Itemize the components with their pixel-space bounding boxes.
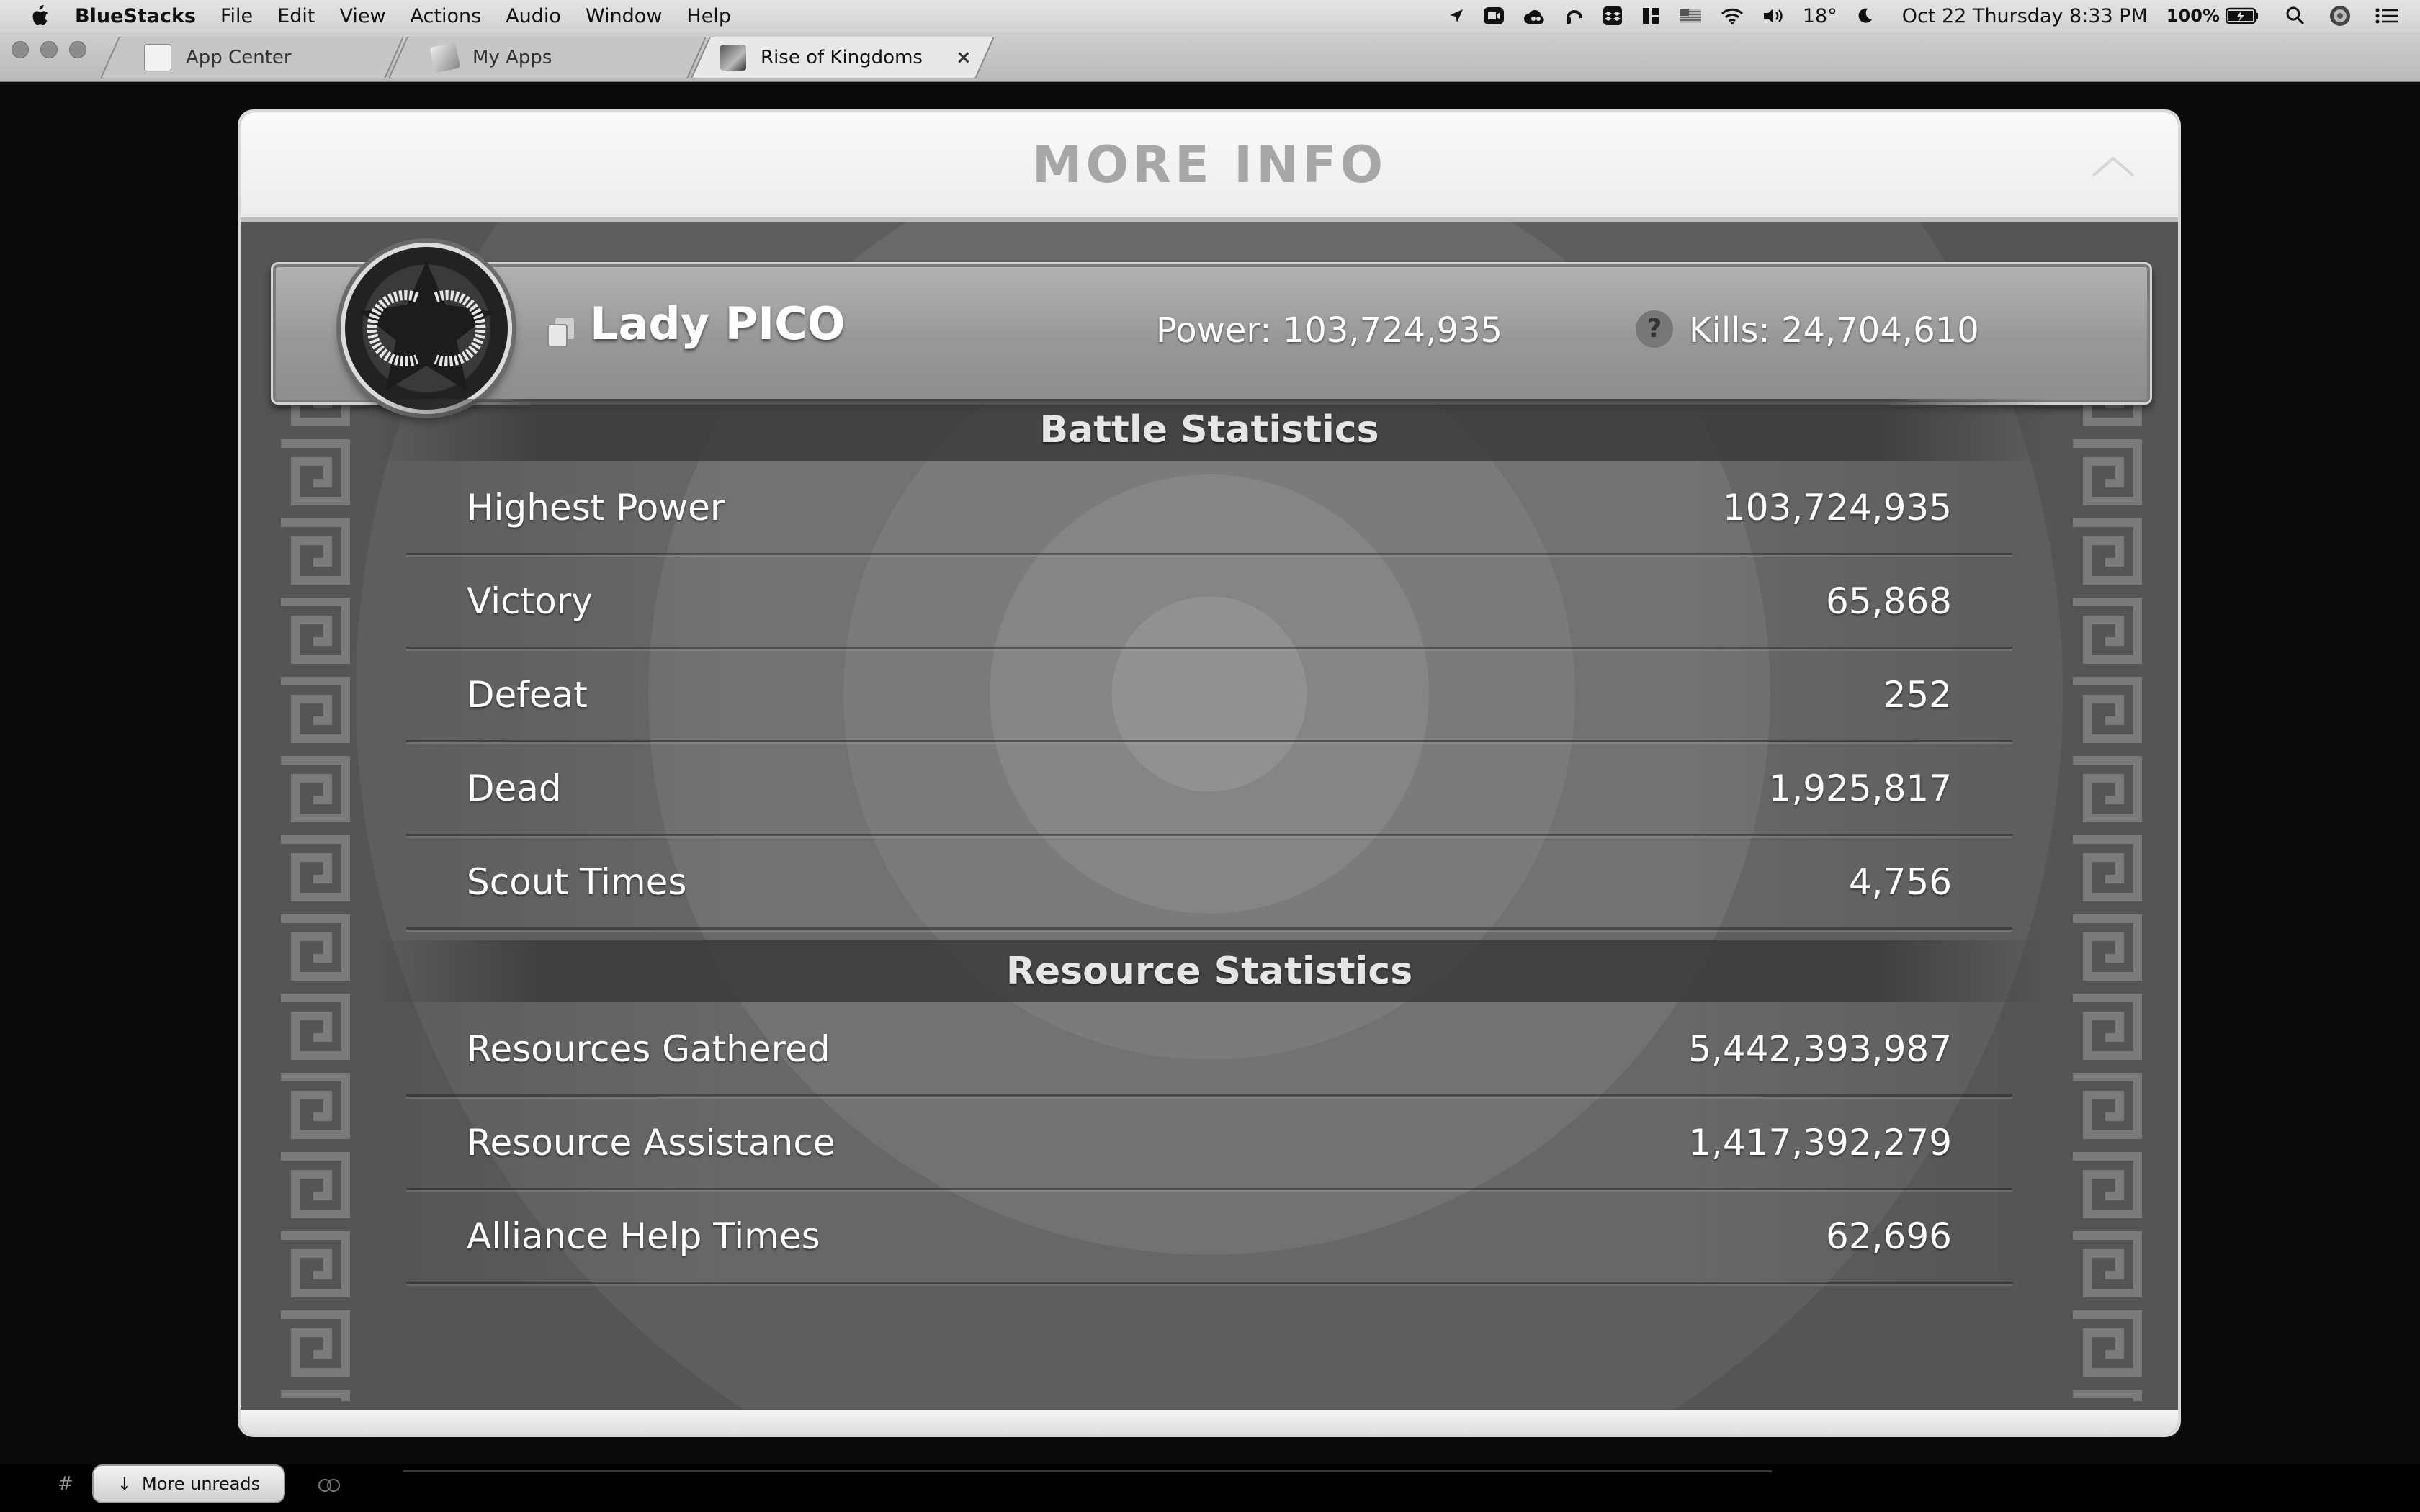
stat-value: 1,417,392,279	[1688, 1122, 1952, 1164]
window-close-button[interactable]	[12, 41, 29, 58]
app-center-icon	[144, 44, 171, 71]
temperature-text: 18°	[1802, 4, 1837, 27]
rise-of-kingdoms-app-icon	[720, 45, 746, 71]
stat-value: 5,442,393,987	[1688, 1028, 1952, 1070]
battery-percent-text: 100%	[2166, 6, 2220, 26]
help-icon[interactable]: ?	[1636, 310, 1673, 348]
window-zoom-button[interactable]	[69, 41, 86, 58]
resource-statistics-header: Resource Statistics	[367, 940, 2051, 1002]
stat-row-resources-gathered: Resources Gathered 5,442,393,987	[406, 1002, 2012, 1097]
tab-label: My Apps	[472, 47, 552, 68]
menu-file[interactable]: File	[220, 5, 253, 27]
tab-my-apps[interactable]: My Apps	[389, 37, 706, 78]
location-icon[interactable]	[1448, 8, 1464, 24]
chanel-logo-icon	[360, 261, 493, 391]
app-menu[interactable]: BlueStacks	[75, 5, 196, 27]
stat-value: 252	[1883, 674, 1952, 716]
menu-view[interactable]: View	[339, 5, 385, 27]
battery-icon[interactable]	[2226, 7, 2259, 24]
section-title: Battle Statistics	[1039, 408, 1379, 451]
player-info-bar: Lady PICO Power: 103,724,935 ? Kills: 24…	[271, 243, 2152, 414]
emoji-icon[interactable]	[317, 1477, 341, 1493]
tab-bar: App Center My Apps Rise of Kingdoms ×	[0, 32, 2420, 82]
stat-value: 103,724,935	[1722, 487, 1952, 528]
menu-window[interactable]: Window	[586, 5, 662, 27]
stat-label: Alliance Help Times	[467, 1215, 820, 1257]
menu-actions[interactable]: Actions	[411, 5, 482, 27]
headphones-icon[interactable]	[1565, 6, 1584, 25]
more-unreads-button[interactable]: ↓ More unreads	[92, 1464, 285, 1503]
stat-value: 62,696	[1826, 1215, 1952, 1257]
stat-label: Resource Assistance	[467, 1122, 835, 1164]
notification-center-icon[interactable]	[2375, 7, 2398, 24]
spotlight-icon[interactable]	[2286, 6, 2305, 25]
stat-label: Resources Gathered	[467, 1028, 830, 1070]
menu-bar: BlueStacks File Edit View Actions Audio …	[0, 0, 2420, 32]
apple-logo-icon[interactable]	[29, 4, 50, 27]
stat-value: 4,756	[1848, 861, 1952, 903]
right-ornament-border	[2051, 278, 2159, 1401]
channel-hash: #	[58, 1473, 73, 1495]
stat-value: 65,868	[1826, 580, 1952, 622]
stat-row-defeat: Defeat 252	[406, 648, 2012, 742]
volume-icon[interactable]	[1762, 7, 1784, 24]
stat-row-scout-times: Scout Times 4,756	[406, 835, 2012, 930]
arrow-down-icon: ↓	[117, 1474, 132, 1494]
stat-label: Highest Power	[467, 487, 725, 528]
dropbox-icon[interactable]	[1603, 6, 1623, 26]
more-info-panel: MORE INFO Lady PICO Power: 103,724,935 ?…	[241, 112, 2178, 1434]
player-name: Lady PICO	[590, 297, 846, 350]
panel-footer	[241, 1410, 2178, 1434]
left-ornament-border	[259, 278, 367, 1401]
stat-row-highest-power: Highest Power 103,724,935	[406, 461, 2012, 555]
wifi-icon[interactable]	[1721, 7, 1744, 24]
tab-rise-of-kingdoms[interactable]: Rise of Kingdoms ×	[691, 37, 994, 78]
menu-edit[interactable]: Edit	[277, 5, 315, 27]
player-power: Power: 103,724,935	[1156, 310, 1503, 351]
stat-row-alliance-help-times: Alliance Help Times 62,696	[406, 1189, 2012, 1284]
player-kills: Kills: 24,704,610	[1689, 310, 1979, 351]
stat-label: Dead	[467, 768, 562, 809]
more-unreads-label: More unreads	[142, 1474, 261, 1494]
divider	[403, 1470, 1772, 1472]
zoom-icon[interactable]	[1483, 6, 1505, 25]
magnet-icon[interactable]	[1641, 6, 1660, 25]
flag-icon[interactable]	[1679, 8, 1702, 24]
clock-text[interactable]: Oct 22 Thursday 8:33 PM	[1902, 5, 2148, 27]
tab-label: Rise of Kingdoms	[761, 47, 923, 68]
tab-label: App Center	[186, 47, 292, 68]
menu-help[interactable]: Help	[686, 5, 731, 27]
stat-label: Victory	[467, 580, 593, 622]
stat-value: 1,925,817	[1768, 768, 1952, 809]
copy-icon[interactable]	[547, 316, 575, 348]
siri-icon[interactable]	[2329, 5, 2351, 27]
tab-close-button[interactable]: ×	[956, 47, 972, 68]
stat-label: Scout Times	[467, 861, 687, 903]
battle-statistics-header: Battle Statistics	[367, 399, 2051, 461]
stat-row-dead: Dead 1,925,817	[406, 742, 2012, 836]
game-viewport: MORE INFO Lady PICO Power: 103,724,935 ?…	[0, 82, 2420, 1512]
panel-title: MORE INFO	[1031, 135, 1387, 194]
stat-row-resource-assistance: Resource Assistance 1,417,392,279	[406, 1096, 2012, 1190]
my-apps-icon	[429, 42, 461, 73]
header-ornament-icon	[2092, 156, 2135, 177]
creative-cloud-icon[interactable]	[1523, 6, 1546, 25]
menu-audio[interactable]: Audio	[506, 5, 561, 27]
tab-app-center[interactable]: App Center	[101, 37, 403, 78]
stat-row-victory: Victory 65,868	[406, 554, 2012, 649]
moon-icon[interactable]	[1856, 7, 1873, 24]
window-minimize-button[interactable]	[40, 41, 58, 58]
player-avatar[interactable]	[341, 243, 512, 414]
panel-header: MORE INFO	[241, 112, 2178, 222]
section-title: Resource Statistics	[1005, 950, 1413, 993]
stat-label: Defeat	[467, 674, 588, 716]
